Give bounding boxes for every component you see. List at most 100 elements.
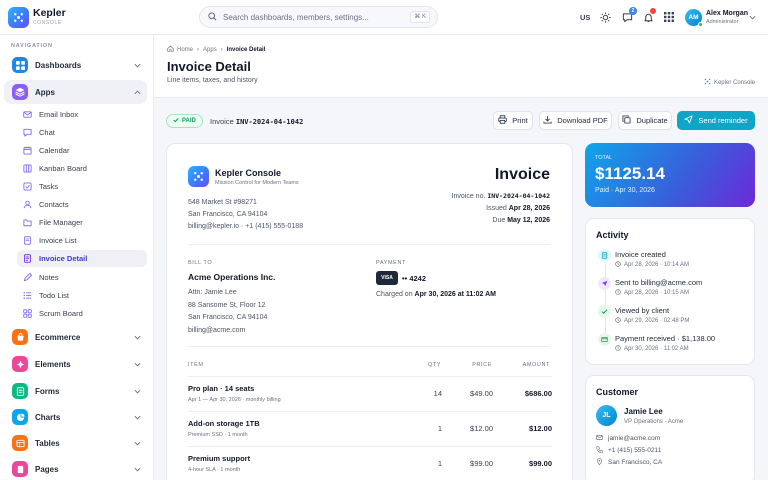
duplicate-button-label: Duplicate: [636, 116, 668, 125]
user-name[interactable]: Alex Morgan: [706, 10, 748, 17]
sidebar-item-tasks[interactable]: Tasks: [17, 178, 147, 195]
app-name: Kepler: [33, 7, 66, 19]
print-button[interactable]: Print: [493, 111, 533, 130]
card-last4: •• 4242: [402, 274, 427, 283]
document-icon: [598, 249, 611, 262]
clock-icon: [615, 317, 621, 325]
customer-name[interactable]: Jamie Lee: [624, 407, 663, 416]
sidebar-item-invoice-detail[interactable]: Invoice Detail: [17, 250, 147, 267]
bill-to-attn: Attn: Jamie Lee: [188, 289, 237, 296]
sidebar-item-file-manager[interactable]: File Manager: [17, 214, 147, 231]
copy-icon: [622, 115, 631, 126]
invoice-no-label: Invoice no.: [451, 193, 486, 200]
customer-email: jamie@acme.com: [608, 435, 661, 442]
table-row: Premium support 4-hour SLA · 1 month 1 $…: [188, 446, 552, 480]
search-placeholder[interactable]: Search dashboards, members, settings...: [223, 13, 369, 22]
user-avatar[interactable]: AM: [685, 9, 703, 27]
printer-icon: [498, 115, 508, 126]
activity-event-time-text: Apr 29, 2026 · 02:48 PM: [624, 318, 690, 324]
sidebar-item-dashboards[interactable]: Dashboards: [4, 53, 147, 77]
notifications-icon[interactable]: [640, 8, 656, 25]
line-item-name: Pro plan · 14 seats: [188, 384, 255, 393]
sidebar-item-calendar[interactable]: Calendar: [17, 142, 147, 159]
chevron-down-icon: [134, 333, 141, 342]
page-header: Home › Apps › Invoice Detail Invoice Det…: [154, 35, 768, 98]
divider: [188, 346, 550, 347]
chevron-down-icon: [134, 439, 141, 448]
invoice-meta: Invoice no. INV-2024-04-1042 Issued Apr …: [452, 190, 550, 227]
clock-icon: [615, 345, 621, 353]
customer-location: San Francisco, CA: [608, 459, 663, 466]
invoice-no: INV-2024-04-1042: [487, 192, 550, 200]
sidebar-item-label: Elements: [35, 359, 71, 369]
home-icon[interactable]: [167, 45, 174, 54]
sidebar-item-label: Invoice List: [39, 236, 77, 245]
language-selector[interactable]: US: [580, 13, 590, 22]
app-logo-icon[interactable]: [8, 7, 29, 28]
line-item-qty: 1: [437, 459, 442, 468]
sidebar-item-label: Kanban Board: [39, 164, 87, 173]
sidebar-item-pages[interactable]: Pages: [4, 457, 147, 480]
customer-phone-row[interactable]: +1 (415) 555-0211: [596, 446, 661, 455]
activity-event-title: Invoice created: [615, 250, 666, 259]
chart-icon: [12, 409, 28, 425]
table-icon: [12, 435, 28, 451]
sidebar-item-contacts[interactable]: Contacts: [17, 196, 147, 213]
activity-event-title: Viewed by client: [615, 306, 670, 315]
charged-prefix: Charged on: [376, 291, 413, 298]
activity-event: Invoice created Apr 28, 2026 · 10:14 AM: [598, 249, 748, 277]
customer-title: Customer: [596, 387, 639, 397]
issued-label: Issued: [486, 205, 507, 212]
activity-event-time: Apr 30, 2026 · 11:02 AM: [615, 345, 689, 353]
total-amount: $1125.14: [595, 164, 665, 183]
activity-event-time-text: Apr 28, 2026 · 10:15 AM: [624, 290, 690, 296]
sidebar-item-kanban-board[interactable]: Kanban Board: [17, 160, 147, 177]
sidebar-item-apps[interactable]: Apps: [4, 80, 147, 104]
sidebar-item-label: Notes: [39, 273, 59, 282]
clock-icon: [615, 289, 621, 297]
breadcrumb-apps[interactable]: Apps: [203, 47, 217, 53]
check-icon: [598, 305, 611, 318]
sidebar-item-todo-list[interactable]: Todo List: [17, 287, 147, 304]
sidebar-item-notes[interactable]: Notes: [17, 269, 147, 286]
sidebar-item-forms[interactable]: Forms: [4, 379, 147, 403]
sidebar-item-tables[interactable]: Tables: [4, 431, 147, 455]
breadcrumb-home[interactable]: Home: [177, 47, 193, 53]
sidebar-item-charts[interactable]: Charts: [4, 405, 147, 429]
sidebar-item-label: Calendar: [39, 146, 70, 155]
line-item-qty: 14: [433, 389, 442, 398]
card-icon: [598, 333, 611, 346]
sidebar-item-invoice-list[interactable]: Invoice List: [17, 232, 147, 249]
sidebar-item-ecommerce[interactable]: Ecommerce: [4, 325, 147, 349]
dashboard-icon: [12, 57, 28, 73]
sidebar-item-email-inbox[interactable]: Email Inbox: [17, 106, 147, 123]
invoice-label: Invoice: [210, 117, 234, 126]
column-header-price: PRICE: [472, 362, 492, 368]
sidebar-item-label: Contacts: [39, 200, 69, 209]
search-bar[interactable]: Search dashboards, members, settings... …: [199, 6, 438, 28]
due-date: May 12, 2026: [507, 217, 550, 224]
send-reminder-button[interactable]: Send reminder: [677, 111, 755, 130]
messages-icon[interactable]: 2: [619, 7, 637, 25]
customer-email-row[interactable]: jamie@acme.com: [596, 434, 660, 443]
activity-event: Sent to billing@acme.com Apr 28, 2026 · …: [598, 277, 748, 305]
location-pin-icon: [596, 458, 603, 467]
theme-toggle-icon[interactable]: [597, 9, 613, 25]
apps-grid-icon[interactable]: [661, 9, 677, 25]
total-label: TOTAL: [595, 155, 613, 161]
tasks-icon: [23, 182, 32, 191]
table-row: Pro plan · 14 seats Apr 1 — Apr 30, 2026…: [188, 376, 552, 412]
due-label: Due: [492, 217, 506, 224]
sidebar-item-scrum-board[interactable]: Scrum Board: [17, 305, 147, 322]
user-menu-chevron-icon[interactable]: [749, 13, 756, 22]
breadcrumb: Home › Apps › Invoice Detail: [167, 45, 265, 54]
download-pdf-button[interactable]: Download PDF: [539, 111, 612, 130]
sidebar-item-elements[interactable]: Elements: [4, 352, 147, 376]
duplicate-button[interactable]: Duplicate: [618, 111, 672, 130]
customer-avatar[interactable]: JL: [596, 405, 617, 426]
sidebar-item-label: Dashboards: [35, 60, 82, 70]
invoice-id: INV-2024-04-1042: [235, 118, 304, 126]
notifications-dot: [650, 8, 656, 14]
nav-section-label: NAVIGATION: [11, 43, 53, 49]
sidebar-item-chat[interactable]: Chat: [17, 124, 147, 141]
